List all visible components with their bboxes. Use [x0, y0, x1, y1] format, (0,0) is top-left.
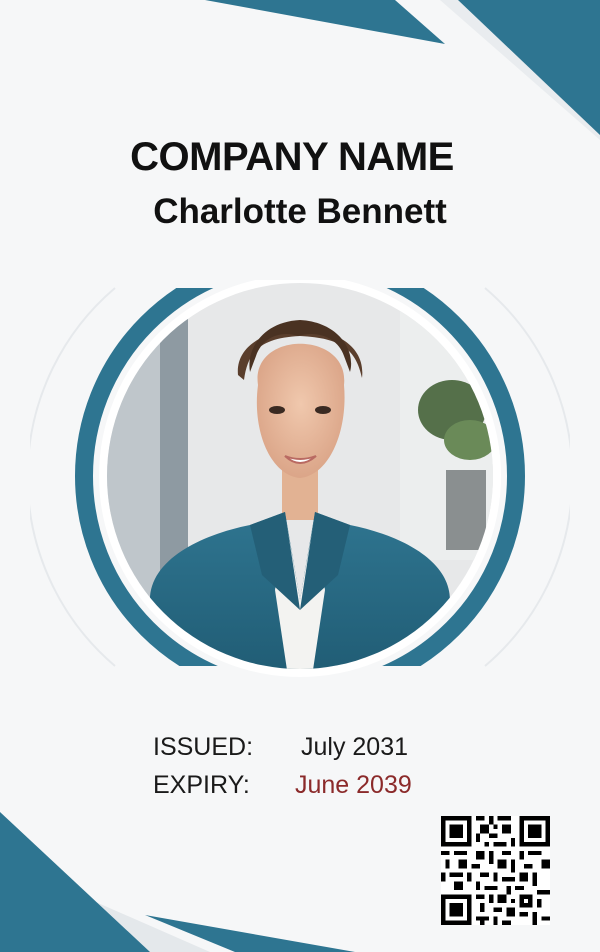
qr-code-icon	[441, 816, 550, 925]
photo-frame	[30, 280, 570, 677]
corner-shape-top-teal-left	[205, 0, 445, 44]
company-name: COMPANY NAME	[130, 135, 454, 179]
corner-shape-bottom-teal-left	[0, 812, 150, 952]
issued-label: ISSUED:	[153, 733, 254, 761]
person-name: Charlotte Bennett	[153, 192, 447, 231]
expiry-value: June 2039	[295, 771, 412, 799]
expiry-label: EXPIRY:	[153, 771, 250, 799]
id-card: COMPANY NAME Charlotte Bennett ISSUED: J…	[0, 0, 600, 952]
issued-value: July 2031	[301, 733, 409, 761]
